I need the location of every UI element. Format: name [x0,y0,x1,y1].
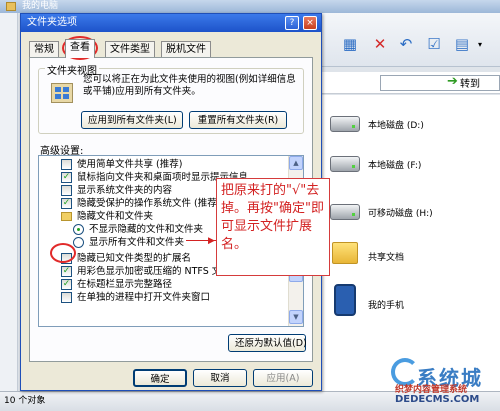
shared-documents[interactable]: 共享文档 [330,242,500,276]
close-button[interactable]: × [303,16,317,30]
delete-icon[interactable]: ✕ [370,34,390,54]
setting-label: 隐藏文件和文件夹 [77,211,154,222]
drive-d[interactable]: 本地磁盘 (D:) [330,110,500,144]
tab-offline-files[interactable]: 脱机文件 [161,41,211,57]
undo-icon[interactable]: ↶ [396,34,416,54]
checkbox[interactable] [61,185,72,196]
drive-f[interactable]: 本地磁盘 (F:) [330,150,500,184]
drive-label: 共享文档 [368,253,405,263]
explorer-title: 我的电脑 [22,1,59,11]
annotation-note: 把原来打的"√"去掉。再按"确定"即可显示文件扩展名。 [216,178,330,276]
checkbox[interactable] [61,159,72,170]
tab-view[interactable]: 查看 [65,39,95,58]
folders-icon[interactable]: ▦ [340,34,360,54]
watermark-line2: DEDECMS.COM [395,394,480,405]
setting-simple-file-sharing[interactable]: 使用简单文件共享 (推荐) [39,158,287,171]
restore-defaults-button[interactable]: 还原为默认值(D) [228,334,307,352]
dialog-titlebar: 文件夹选项 ? × [21,14,321,32]
views-dropdown-icon[interactable]: ▾ [470,34,490,54]
watermark: 系统城 织梦内容管理系统 DEDECMS.COM [391,358,500,408]
address-input[interactable] [380,75,500,91]
folder-icon [61,212,72,221]
scroll-down-icon[interactable]: ▼ [289,310,303,324]
properties-icon[interactable]: ☑ [424,34,444,54]
reset-all-folders-button[interactable]: 重置所有文件夹(R) [189,111,287,129]
computer-icon [6,2,16,11]
setting-label: 不显示隐藏的文件和文件夹 [89,224,204,235]
explorer-titlebar: 我的电脑 [0,0,500,13]
drive-label: 本地磁盘 (D:) [368,121,424,131]
arrow-head-icon: ▶ [208,236,215,246]
checkbox[interactable]: ✓ [61,279,72,290]
drive-label: 可移动磁盘 (H:) [368,209,433,219]
tab-file-types[interactable]: 文件类型 [105,41,155,57]
folder-view-icon [51,83,73,103]
explorer-toolbar: ▦ ✕ ↶ ☑ ▤ ▾ [300,13,500,67]
folder-view-group: 文件夹视图 您可以将正在为此文件夹使用的视图(例如详细信息或平铺)应用到所有文件… [38,62,304,134]
setting-label: 使用简单文件共享 (推荐) [77,159,183,170]
setting-label: 隐藏已知文件类型的扩展名 [77,253,192,264]
my-phone[interactable]: 我的手机 [330,284,500,324]
status-text: 10 个对象 [4,396,46,406]
drive-label: 本地磁盘 (F:) [368,161,422,171]
ok-button[interactable]: 确定 [133,369,187,387]
setting-separate-process[interactable]: 在单独的进程中打开文件夹窗口 [39,291,287,304]
views-icon[interactable]: ▤ [452,34,472,54]
scroll-up-icon[interactable]: ▲ [289,156,303,170]
explorer-left-edge [0,13,18,391]
drive-h[interactable]: 可移动磁盘 (H:) [330,198,500,232]
dialog-title: 文件夹选项 [27,17,77,28]
setting-label: 在标题栏显示完整路径 [77,279,173,290]
phone-icon [334,284,356,316]
setting-label: 显示系统文件夹的内容 [77,185,173,196]
hard-drive-icon [330,156,360,172]
goto-arrow-icon[interactable]: ➔ [447,74,458,89]
checkbox-highlight-circle [50,243,76,263]
checkbox[interactable]: ✓ [61,266,72,277]
checkbox[interactable]: ✓ [61,198,72,209]
checkbox[interactable] [61,292,72,303]
folder-view-description: 您可以将正在为此文件夹使用的视图(例如详细信息或平铺)应用到所有文件夹。 [83,74,296,97]
setting-label: 显示所有文件和文件夹 [89,237,185,248]
removable-drive-icon [330,204,360,220]
drive-label: 我的手机 [368,301,405,311]
setting-label: 在单独的进程中打开文件夹窗口 [77,292,211,303]
tab-general[interactable]: 常规 [29,41,59,57]
cancel-button[interactable]: 取消 [193,369,247,387]
setting-label: 用彩色显示加密或压缩的 NTFS 文件 [77,266,231,277]
setting-label: 隐藏受保护的操作系统文件 (推荐) [77,198,221,209]
goto-button[interactable]: 转到 [460,75,480,90]
setting-show-full-path[interactable]: ✓ 在标题栏显示完整路径 [39,278,287,291]
help-button[interactable]: ? [285,16,299,30]
apply-to-all-folders-button[interactable]: 应用到所有文件夹(L) [81,111,183,129]
radio-button[interactable] [73,224,84,235]
hard-drive-icon [330,116,360,132]
checkbox[interactable]: ✓ [61,172,72,183]
folder-icon [332,242,358,264]
apply-button[interactable]: 应用(A) [253,369,313,387]
radio-button[interactable] [73,237,84,248]
